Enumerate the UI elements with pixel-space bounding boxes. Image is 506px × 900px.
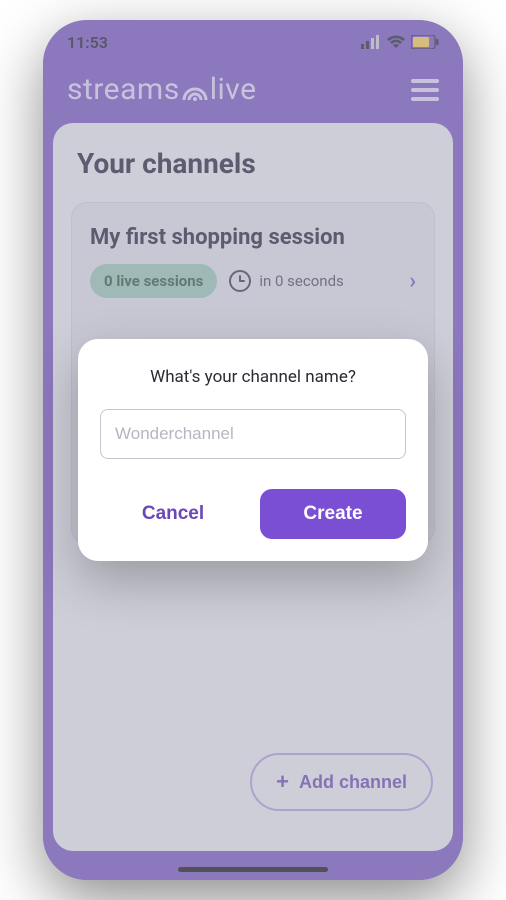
dialog-actions: Cancel Create	[100, 489, 406, 539]
create-button[interactable]: Create	[260, 489, 406, 539]
cancel-button[interactable]: Cancel	[100, 489, 246, 539]
dialog-title: What's your channel name?	[100, 367, 406, 387]
phone-frame: 11:53 streams live Your channels My firs…	[43, 20, 463, 880]
channel-name-input[interactable]	[100, 409, 406, 459]
create-channel-dialog: What's your channel name? Cancel Create	[78, 339, 428, 561]
dialog-scrim[interactable]: What's your channel name? Cancel Create	[43, 20, 463, 880]
